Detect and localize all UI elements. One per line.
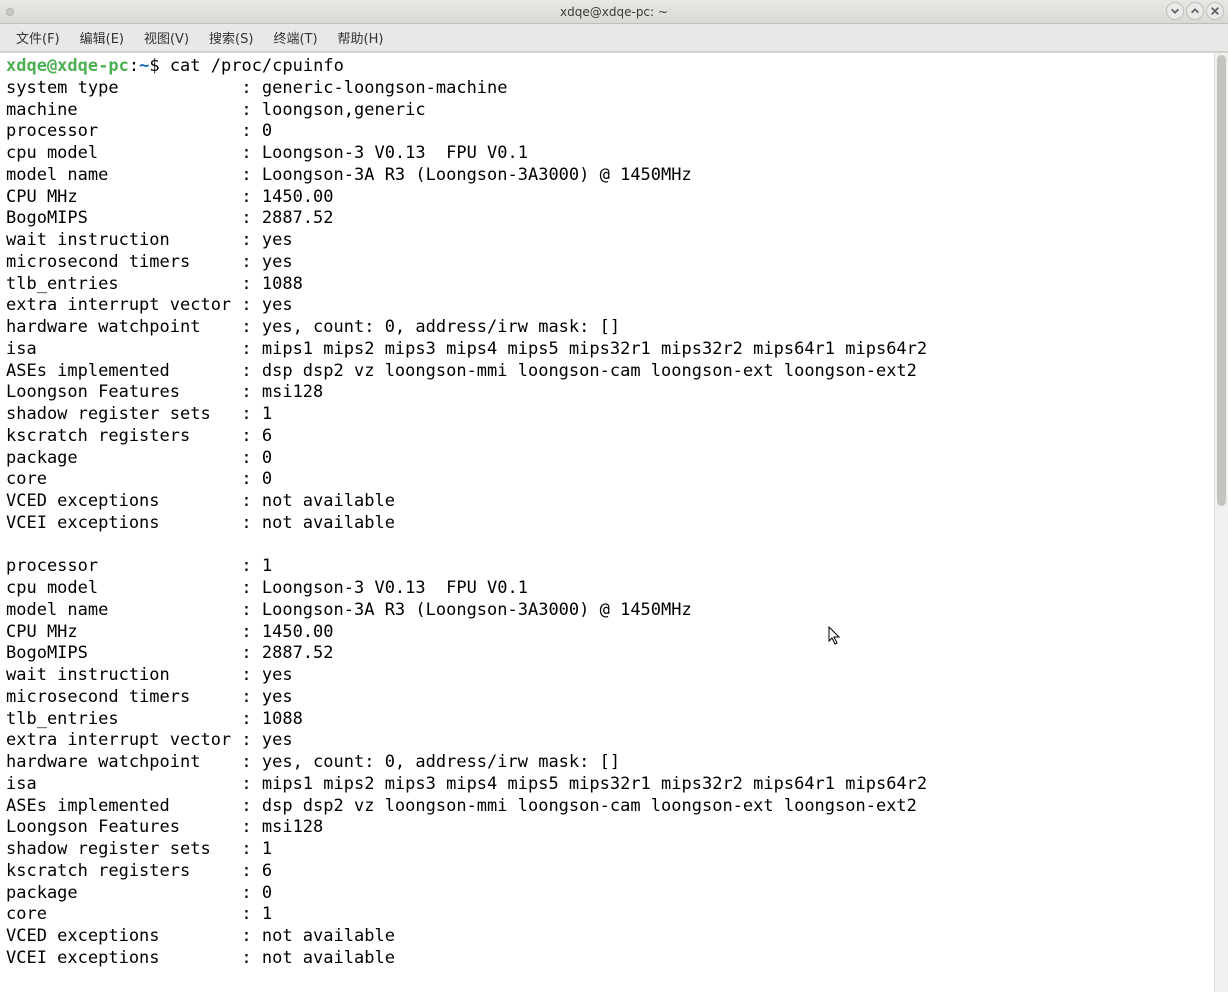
terminal-area: xdqe@xdqe-pc:~$ cat /proc/cpuinfo system… (0, 52, 1228, 992)
terminal-window: xdqe@xdqe-pc: ~ 文件(F) 编辑(E) 视图(V) 搜索(S) … (0, 0, 1228, 992)
chevron-up-icon (1190, 6, 1200, 16)
maximize-button[interactable] (1186, 2, 1204, 20)
menu-file[interactable]: 文件(F) (6, 26, 70, 49)
window-menu-dot (6, 8, 14, 16)
close-button[interactable] (1206, 2, 1224, 20)
window-title: xdqe@xdqe-pc: ~ (0, 5, 1228, 19)
menubar: 文件(F) 编辑(E) 视图(V) 搜索(S) 终端(T) 帮助(H) (0, 24, 1228, 52)
scrollbar[interactable] (1214, 53, 1228, 992)
terminal-output[interactable]: xdqe@xdqe-pc:~$ cat /proc/cpuinfo system… (0, 53, 1214, 992)
menu-terminal[interactable]: 终端(T) (263, 26, 327, 49)
menu-edit[interactable]: 编辑(E) (70, 26, 134, 49)
minimize-button[interactable] (1166, 2, 1184, 20)
close-icon (1210, 6, 1220, 16)
chevron-down-icon (1170, 6, 1180, 16)
menu-view[interactable]: 视图(V) (134, 26, 199, 49)
menu-help[interactable]: 帮助(H) (328, 26, 394, 49)
window-titlebar: xdqe@xdqe-pc: ~ (0, 0, 1228, 24)
window-controls (1166, 2, 1224, 20)
scrollbar-thumb[interactable] (1217, 55, 1226, 506)
menu-search[interactable]: 搜索(S) (199, 26, 263, 49)
